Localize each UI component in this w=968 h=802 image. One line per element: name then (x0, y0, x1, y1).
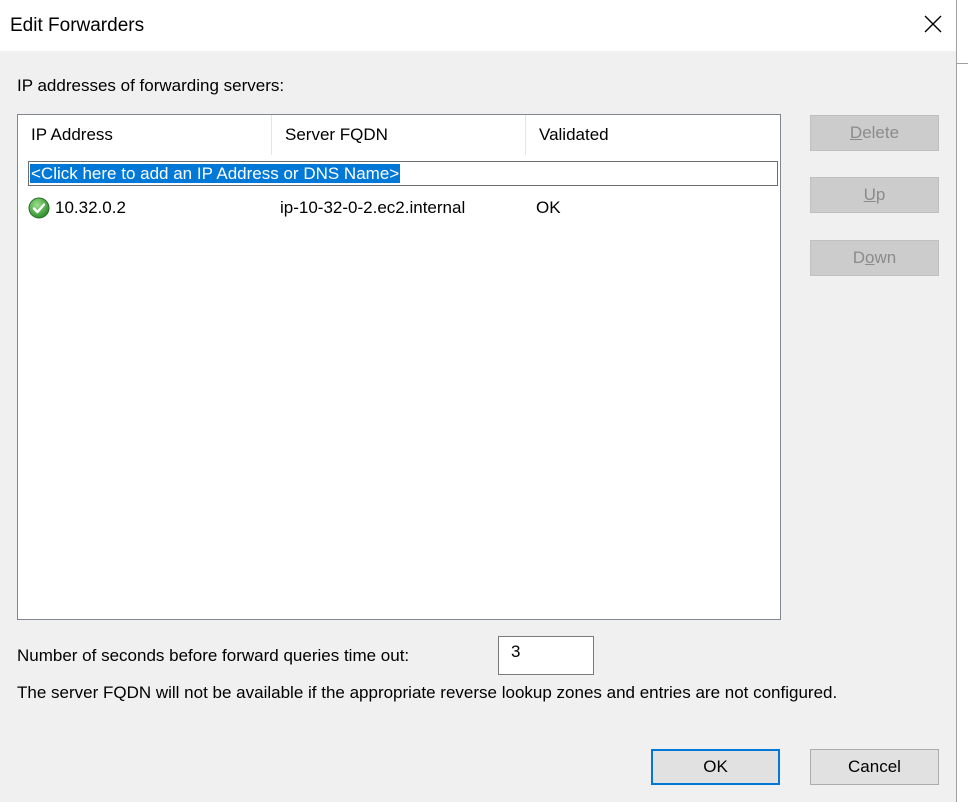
ok-button[interactable]: OK (651, 749, 780, 785)
down-button-label: wn (874, 248, 897, 267)
add-address-prompt[interactable]: <Click here to add an IP Address or DNS … (30, 164, 401, 183)
dialog-title: Edit Forwarders (10, 15, 145, 36)
down-button-label-start: D (852, 248, 866, 267)
up-button-label: p (875, 185, 886, 204)
check-circle-icon (28, 197, 50, 224)
cancel-button[interactable]: Cancel (810, 749, 939, 785)
down-button-mnemonic: o (865, 248, 875, 267)
up-button[interactable]: Up (810, 177, 939, 213)
timeout-input[interactable]: 3 (498, 636, 594, 675)
column-header-validated[interactable]: Validated (526, 115, 780, 155)
edit-forwarders-dialog: Edit Forwarders IP addresses of forwardi… (0, 0, 956, 802)
forwarders-caption: IP addresses of forwarding servers: (17, 76, 285, 95)
table-row[interactable]: 10.32.0.2 ip-10-32-0-2.ec2.internal OK (18, 195, 778, 221)
window-edge (956, 0, 957, 802)
fqdn-note: The server FQDN will not be available if… (17, 683, 838, 702)
up-button-mnemonic: U (863, 185, 876, 204)
window-edge-tick (957, 63, 968, 64)
forwarders-list[interactable]: IP Address Server FQDN Validated <Click … (17, 114, 781, 620)
delete-button-mnemonic: D (849, 123, 863, 142)
row-validated: OK (536, 198, 561, 217)
delete-button[interactable]: Delete (810, 115, 939, 151)
column-header-server-fqdn[interactable]: Server FQDN (272, 115, 525, 155)
row-ip-address: 10.32.0.2 (55, 198, 126, 217)
title-bar: Edit Forwarders (0, 0, 956, 51)
close-button[interactable] (910, 0, 956, 51)
down-button[interactable]: Down (810, 240, 939, 276)
close-icon (924, 15, 942, 33)
timeout-label: Number of seconds before forward queries… (17, 646, 410, 665)
add-address-row[interactable]: <Click here to add an IP Address or DNS … (28, 161, 778, 186)
delete-button-label: elete (862, 123, 900, 142)
row-server-fqdn: ip-10-32-0-2.ec2.internal (280, 198, 466, 217)
column-header-ip-address[interactable]: IP Address (18, 115, 271, 155)
